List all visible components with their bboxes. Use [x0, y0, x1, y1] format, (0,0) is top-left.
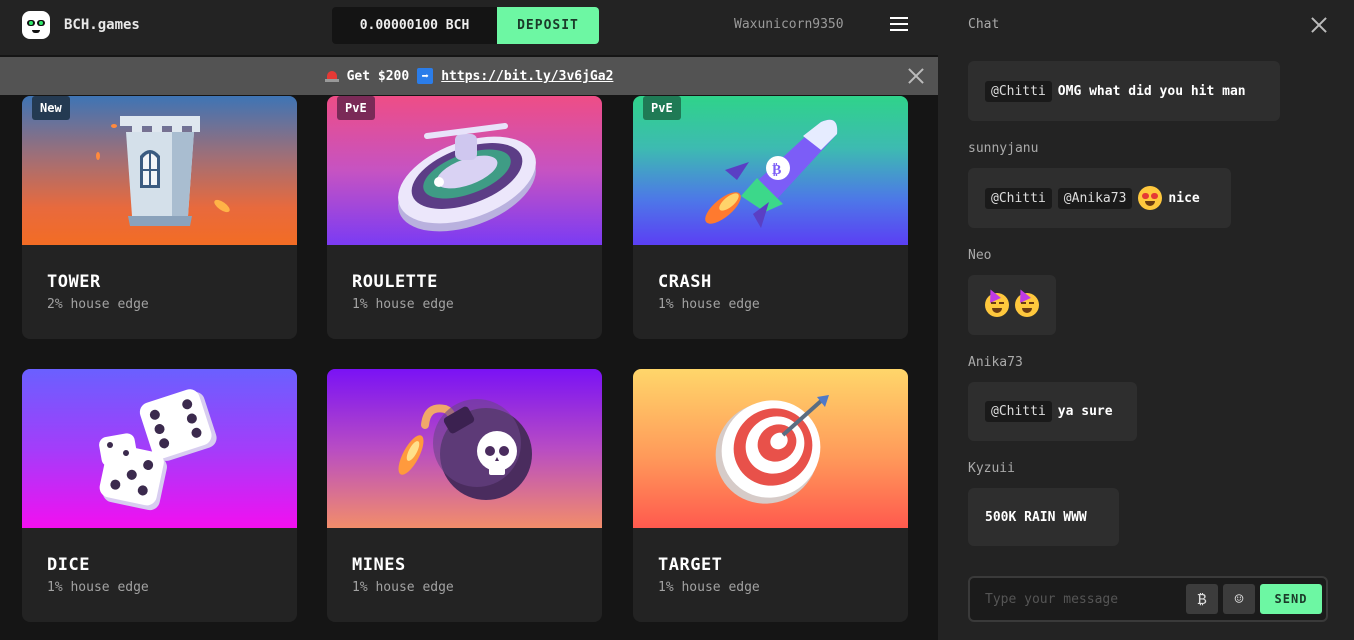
chat-sidebar: Chat @Chitti OMG what did you hit man su…: [938, 0, 1354, 640]
app: New TOWER 2% house edge PvE ROULETTE 1% …: [0, 0, 1354, 640]
game-card-target[interactable]: TARGET 1% house edge: [633, 369, 908, 622]
message-text: 500K RAIN WWW: [985, 509, 1087, 525]
game-card-roulette[interactable]: PvE ROULETTE 1% house edge: [327, 96, 602, 339]
heart-eyes-emoji-icon: [1138, 186, 1163, 210]
siren-icon: [324, 70, 339, 82]
game-title: CRASH: [658, 272, 712, 292]
game-house-edge: 1% house edge: [658, 580, 760, 595]
roulette-art: PvE: [327, 96, 602, 245]
right-arrow-icon: ➡: [417, 68, 434, 84]
badge-pve: PvE: [643, 96, 681, 120]
svg-text:₿: ₿: [772, 162, 781, 178]
game-card-dice[interactable]: DICE 1% house edge: [22, 369, 297, 622]
mention[interactable]: @Chitti: [985, 80, 1052, 102]
tower-art: New: [22, 96, 297, 245]
chat-message: @Chitti OMG what did you hit man: [968, 61, 1280, 121]
chat-username[interactable]: Kyzuii: [968, 461, 1015, 476]
smiley-icon[interactable]: ☺: [1223, 584, 1255, 614]
top-bar: BCH.games 0.00000100 BCH DEPOSIT Waxunic…: [0, 0, 938, 55]
game-house-edge: 1% house edge: [352, 580, 454, 595]
game-house-edge: 2% house edge: [47, 297, 149, 312]
chat-username[interactable]: sunnyjanu: [968, 141, 1038, 156]
message-text: OMG what did you hit man: [1057, 83, 1246, 99]
promo-link[interactable]: https://bit.ly/3v6jGa2: [441, 69, 613, 84]
dice-icon: [99, 389, 217, 511]
send-button[interactable]: SEND: [1260, 584, 1322, 614]
badge-new: New: [32, 96, 70, 120]
target-art: [633, 369, 908, 528]
chat-username[interactable]: Neo: [968, 248, 991, 263]
chat-message: @Chitti @Anika73 nice: [968, 168, 1231, 228]
mention[interactable]: @Chitti: [985, 187, 1052, 209]
game-house-edge: 1% house edge: [352, 297, 454, 312]
chat-input[interactable]: Type your message: [985, 592, 1118, 607]
close-icon[interactable]: [908, 68, 924, 84]
game-house-edge: 1% house edge: [47, 580, 149, 595]
chat-message: [968, 275, 1056, 335]
game-card-crash[interactable]: ₿ PvE CRASH 1% house edge: [633, 96, 908, 339]
deposit-button[interactable]: DEPOSIT: [497, 7, 599, 44]
crash-art: ₿ PvE: [633, 96, 908, 245]
brand-name[interactable]: BCH.games: [64, 17, 140, 33]
target-icon: [715, 395, 829, 504]
game-title: ROULETTE: [352, 272, 438, 292]
message-text: ya sure: [1057, 404, 1113, 419]
message-text: nice: [1168, 190, 1200, 206]
main-area: New TOWER 2% house edge PvE ROULETTE 1% …: [0, 0, 938, 640]
game-title: DICE: [47, 555, 90, 575]
game-title: TARGET: [658, 555, 723, 575]
close-icon[interactable]: [1311, 17, 1327, 33]
chat-username[interactable]: Anika73: [968, 355, 1023, 370]
chat-message: 500K RAIN WWW: [968, 488, 1119, 546]
game-title: MINES: [352, 555, 406, 575]
party-face-emoji-icon: [1015, 287, 1039, 317]
promo-banner: Get $200 ➡ https://bit.ly/3v6jGa2: [0, 57, 938, 95]
chat-input-box[interactable]: Type your message ₿ ☺ SEND: [968, 576, 1328, 622]
dice-art: [22, 369, 297, 528]
chat-title: Chat: [968, 17, 1000, 32]
logo-icon[interactable]: [22, 11, 50, 39]
mines-art: [327, 369, 602, 528]
username[interactable]: Waxunicorn9350: [734, 17, 844, 32]
party-face-emoji-icon: [985, 287, 1009, 317]
game-card-tower[interactable]: New TOWER 2% house edge: [22, 96, 297, 339]
mention[interactable]: @Chitti: [985, 401, 1052, 422]
hamburger-menu-icon[interactable]: [890, 17, 908, 31]
game-house-edge: 1% house edge: [658, 297, 760, 312]
chat-message: @Chitti ya sure: [968, 382, 1137, 441]
balance-display[interactable]: 0.00000100 BCH: [332, 7, 497, 44]
promo-text: Get $200: [346, 68, 410, 84]
mention[interactable]: @Anika73: [1057, 187, 1133, 209]
game-card-mines[interactable]: MINES 1% house edge: [327, 369, 602, 622]
bomb-icon: [398, 399, 532, 500]
badge-pve: PvE: [337, 96, 375, 120]
bitcoin-icon[interactable]: ₿: [1186, 584, 1218, 614]
game-title: TOWER: [47, 272, 101, 292]
